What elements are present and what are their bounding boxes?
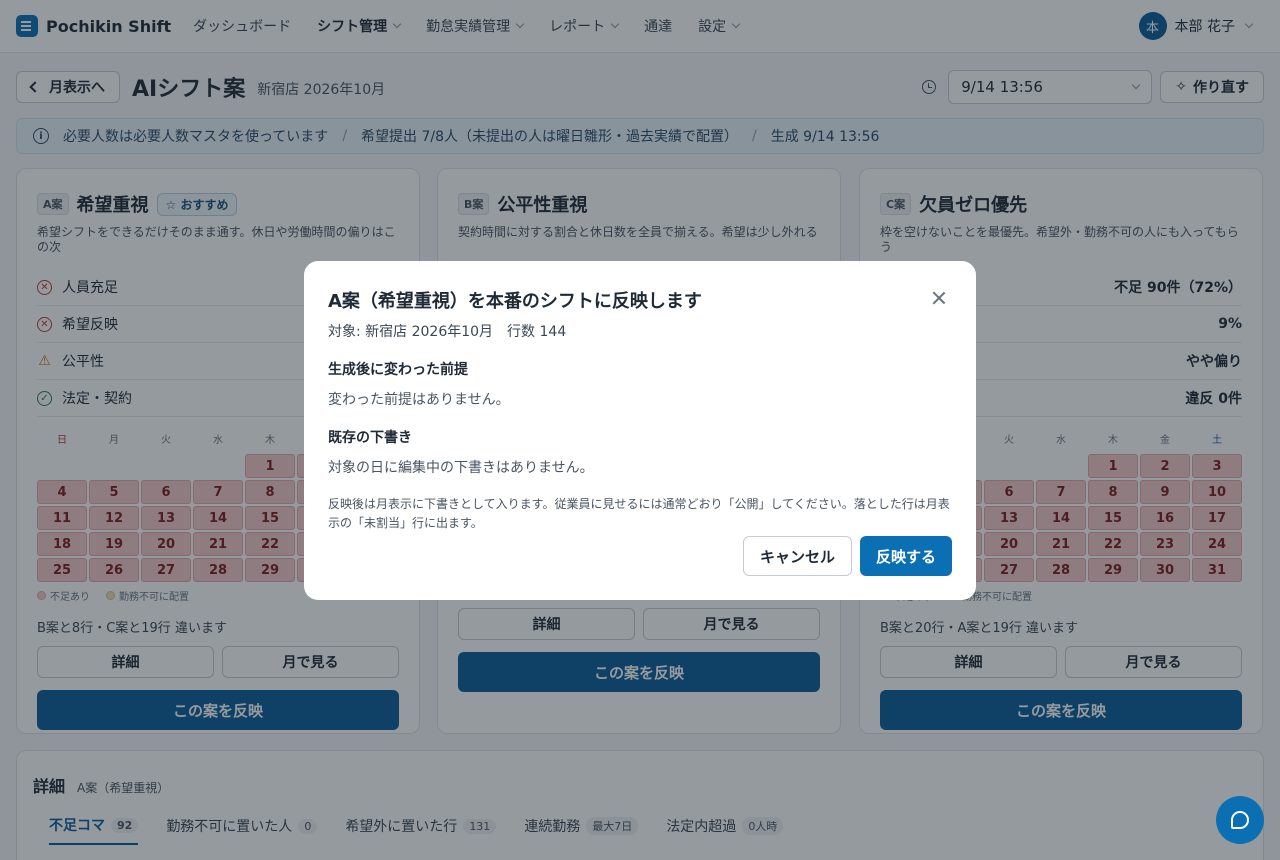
dialog-target: 対象: 新宿店 2026年10月 行数 144: [328, 324, 567, 340]
section-text: 変わった前提はありません。: [328, 392, 510, 408]
apply-button[interactable]: 反映する: [859, 536, 952, 576]
chat-button[interactable]: [1216, 796, 1264, 844]
section-title: 生成後に変わった前提: [328, 362, 468, 378]
section-text: 対象の日に編集中の下書きはありません。: [328, 460, 594, 476]
section-title: 既存の下書き: [328, 430, 412, 446]
apply-confirm-dialog: A案（希望重視）を本番のシフトに反映します 対象: 新宿店 2026年10月 行…: [304, 261, 976, 600]
chat-icon: [1231, 811, 1249, 829]
cancel-button[interactable]: キャンセル: [742, 536, 852, 576]
dialog-note: 反映後は月表示に下書きとして入ります。従業員に見せるには通常どおり「公開」してく…: [328, 497, 950, 530]
dialog-title: A案（希望重視）を本番のシフトに反映します: [328, 291, 702, 312]
close-icon[interactable]: [930, 289, 948, 307]
